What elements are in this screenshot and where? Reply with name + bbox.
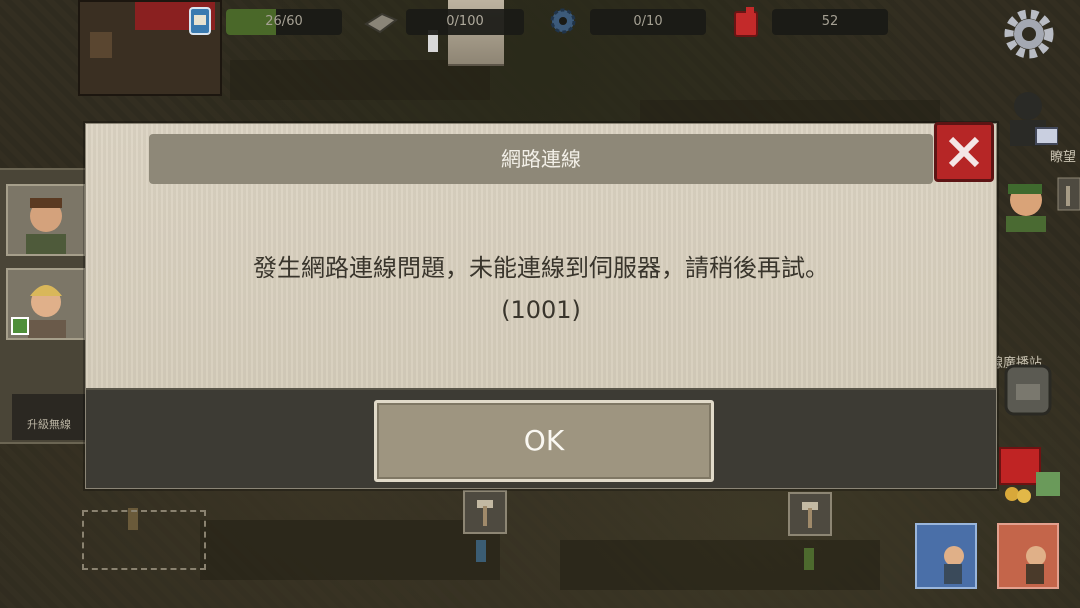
dialog-title: 網路連線 xyxy=(149,134,933,184)
dialog-footer: OK xyxy=(86,388,996,488)
close-icon xyxy=(948,136,980,168)
ok-button[interactable]: OK xyxy=(374,400,714,482)
dialog-message: 發生網路連線問題，未能連線到伺服器，請稍後再試。 xyxy=(253,254,829,282)
close-dialog-button[interactable] xyxy=(934,122,994,182)
network-error-dialog: 網路連線 發生網路連線問題，未能連線到伺服器，請稍後再試。 (1001) OK xyxy=(85,123,997,489)
error-code: (1001) xyxy=(501,296,581,324)
